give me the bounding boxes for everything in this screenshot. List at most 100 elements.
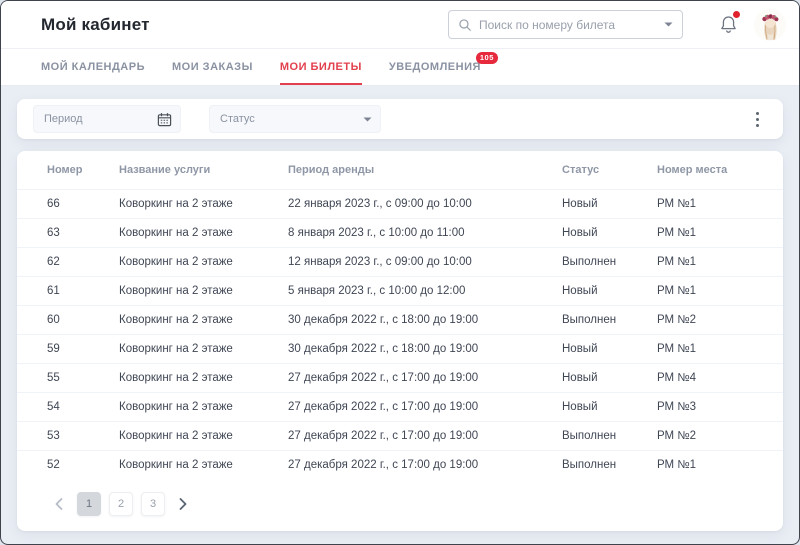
chevron-down-icon[interactable] — [664, 22, 673, 27]
table-cell: Коворкинг на 2 этаже — [119, 421, 288, 450]
tab-label: МОИ ЗАКАЗЫ — [172, 61, 253, 73]
tab-label: УВЕДОМЛЕНИЯ — [389, 61, 481, 73]
tab-bar: МОЙ КАЛЕНДАРЬ МОИ ЗАКАЗЫ МОИ БИЛЕТЫ УВЕДОМЛ… — [1, 49, 799, 86]
table-cell: Выполнен — [562, 247, 657, 276]
table-cell: Новый — [562, 363, 657, 392]
table-row[interactable]: 63Коворкинг на 2 этаже8 января 2023 г., … — [17, 218, 783, 247]
search-input[interactable]: Поиск по номеру билета — [448, 10, 683, 39]
table-cell: Новый — [562, 218, 657, 247]
table-cell: 27 декабря 2022 г., с 17:00 до 19:00 — [288, 421, 562, 450]
tab-3[interactable]: УВЕДОМЛЕНИЯ105 — [389, 49, 481, 85]
header-actions: Поиск по номеру билета — [448, 9, 786, 41]
period-filter[interactable]: Период — [33, 105, 181, 133]
table-cell: 52 — [17, 450, 119, 479]
table-cell: 66 — [17, 189, 119, 218]
table-cell: Новый — [562, 392, 657, 421]
table-cell: Коворкинг на 2 этаже — [119, 218, 288, 247]
tickets-table-card: НомерНазвание услугиПериод арендыСтатусН… — [17, 151, 783, 531]
header: Мой кабинет Поиск по номеру билета — [1, 1, 799, 49]
table-row[interactable]: 52Коворкинг на 2 этаже27 декабря 2022 г.… — [17, 450, 783, 479]
table-row[interactable]: 66Коворкинг на 2 этаже22 января 2023 г.,… — [17, 189, 783, 218]
table-cell: РМ №4 — [657, 363, 783, 392]
table-cell: 30 декабря 2022 г., с 18:00 до 19:00 — [288, 334, 562, 363]
pagination: 123 — [47, 492, 783, 516]
table-cell: 30 декабря 2022 г., с 18:00 до 19:00 — [288, 305, 562, 334]
table-cell: 54 — [17, 392, 119, 421]
table-row[interactable]: 55Коворкинг на 2 этаже27 декабря 2022 г.… — [17, 363, 783, 392]
table-row[interactable]: 62Коворкинг на 2 этаже12 января 2023 г.,… — [17, 247, 783, 276]
column-header: Номер места — [657, 151, 783, 189]
table-row[interactable]: 59Коворкинг на 2 этаже30 декабря 2022 г.… — [17, 334, 783, 363]
status-filter[interactable]: Статус — [209, 105, 381, 133]
status-filter-label: Статус — [220, 113, 363, 125]
table-cell: Выполнен — [562, 421, 657, 450]
tab-2[interactable]: МОИ БИЛЕТЫ — [280, 49, 362, 85]
kebab-icon — [756, 112, 759, 115]
avatar-image — [754, 9, 786, 41]
column-header: Название услуги — [119, 151, 288, 189]
calendar-icon — [157, 112, 172, 127]
table-cell: Коворкинг на 2 этаже — [119, 305, 288, 334]
tab-label: МОЙ КАЛЕНДАРЬ — [41, 61, 145, 73]
notification-dot — [733, 11, 740, 18]
tickets-table: НомерНазвание услугиПериод арендыСтатусН… — [17, 151, 783, 479]
next-page-button[interactable] — [171, 492, 195, 516]
table-cell: Выполнен — [562, 450, 657, 479]
table-cell: Коворкинг на 2 этаже — [119, 392, 288, 421]
search-icon — [458, 18, 472, 32]
prev-page-button[interactable] — [47, 492, 71, 516]
table-row[interactable]: 61Коворкинг на 2 этаже5 января 2023 г., … — [17, 276, 783, 305]
chevron-left-icon — [55, 498, 63, 510]
page-button-2[interactable]: 2 — [109, 492, 133, 516]
page-button-1[interactable]: 1 — [77, 492, 101, 516]
table-row[interactable]: 60Коворкинг на 2 этаже30 декабря 2022 г.… — [17, 305, 783, 334]
table-cell: 55 — [17, 363, 119, 392]
notifications-button[interactable] — [719, 14, 738, 35]
table-cell: РМ №1 — [657, 450, 783, 479]
tab-1[interactable]: МОИ ЗАКАЗЫ — [172, 49, 253, 85]
table-cell: Коворкинг на 2 этаже — [119, 189, 288, 218]
table-cell: РМ №1 — [657, 247, 783, 276]
chevron-down-icon — [363, 117, 372, 122]
page-button-3[interactable]: 3 — [141, 492, 165, 516]
table-cell: Коворкинг на 2 этаже — [119, 334, 288, 363]
table-cell: РМ №3 — [657, 392, 783, 421]
page-body: Период Статус — [1, 86, 799, 531]
table-cell: 8 января 2023 г., с 10:00 до 11:00 — [288, 218, 562, 247]
more-options-button[interactable] — [750, 106, 765, 132]
page-buttons: 123 — [73, 492, 169, 516]
page-title: Мой кабинет — [41, 15, 150, 35]
table-cell: Новый — [562, 276, 657, 305]
table-cell: Коворкинг на 2 этаже — [119, 450, 288, 479]
table-cell: 61 — [17, 276, 119, 305]
table-row[interactable]: 54Коворкинг на 2 этаже27 декабря 2022 г.… — [17, 392, 783, 421]
table-cell: РМ №2 — [657, 305, 783, 334]
search-placeholder: Поиск по номеру билета — [479, 18, 664, 32]
table-body: 66Коворкинг на 2 этаже22 января 2023 г.,… — [17, 189, 783, 479]
table-row[interactable]: 53Коворкинг на 2 этаже27 декабря 2022 г.… — [17, 421, 783, 450]
table-cell: Коворкинг на 2 этаже — [119, 276, 288, 305]
table-header-row: НомерНазвание услугиПериод арендыСтатусН… — [17, 151, 783, 189]
tab-label: МОИ БИЛЕТЫ — [280, 61, 362, 73]
table-cell: Выполнен — [562, 305, 657, 334]
chevron-right-icon — [179, 498, 187, 510]
table-cell: РМ №2 — [657, 421, 783, 450]
table-cell: РМ №1 — [657, 189, 783, 218]
column-header: Статус — [562, 151, 657, 189]
tab-0[interactable]: МОЙ КАЛЕНДАРЬ — [41, 49, 145, 85]
table-cell: 12 января 2023 г., с 09:00 до 10:00 — [288, 247, 562, 276]
table-cell: 5 января 2023 г., с 10:00 до 12:00 — [288, 276, 562, 305]
table-cell: Коворкинг на 2 этаже — [119, 363, 288, 392]
period-filter-label: Период — [44, 113, 157, 125]
table-cell: 27 декабря 2022 г., с 17:00 до 19:00 — [288, 392, 562, 421]
table-cell: РМ №1 — [657, 276, 783, 305]
filter-bar: Период Статус — [17, 99, 783, 139]
table-cell: 27 декабря 2022 г., с 17:00 до 19:00 — [288, 363, 562, 392]
avatar[interactable] — [754, 9, 786, 41]
app-window: Мой кабинет Поиск по номеру билета — [0, 0, 800, 545]
column-header: Номер — [17, 151, 119, 189]
table-cell: РМ №1 — [657, 218, 783, 247]
table-cell: Новый — [562, 189, 657, 218]
column-header: Период аренды — [288, 151, 562, 189]
table-cell: 22 января 2023 г., с 09:00 до 10:00 — [288, 189, 562, 218]
